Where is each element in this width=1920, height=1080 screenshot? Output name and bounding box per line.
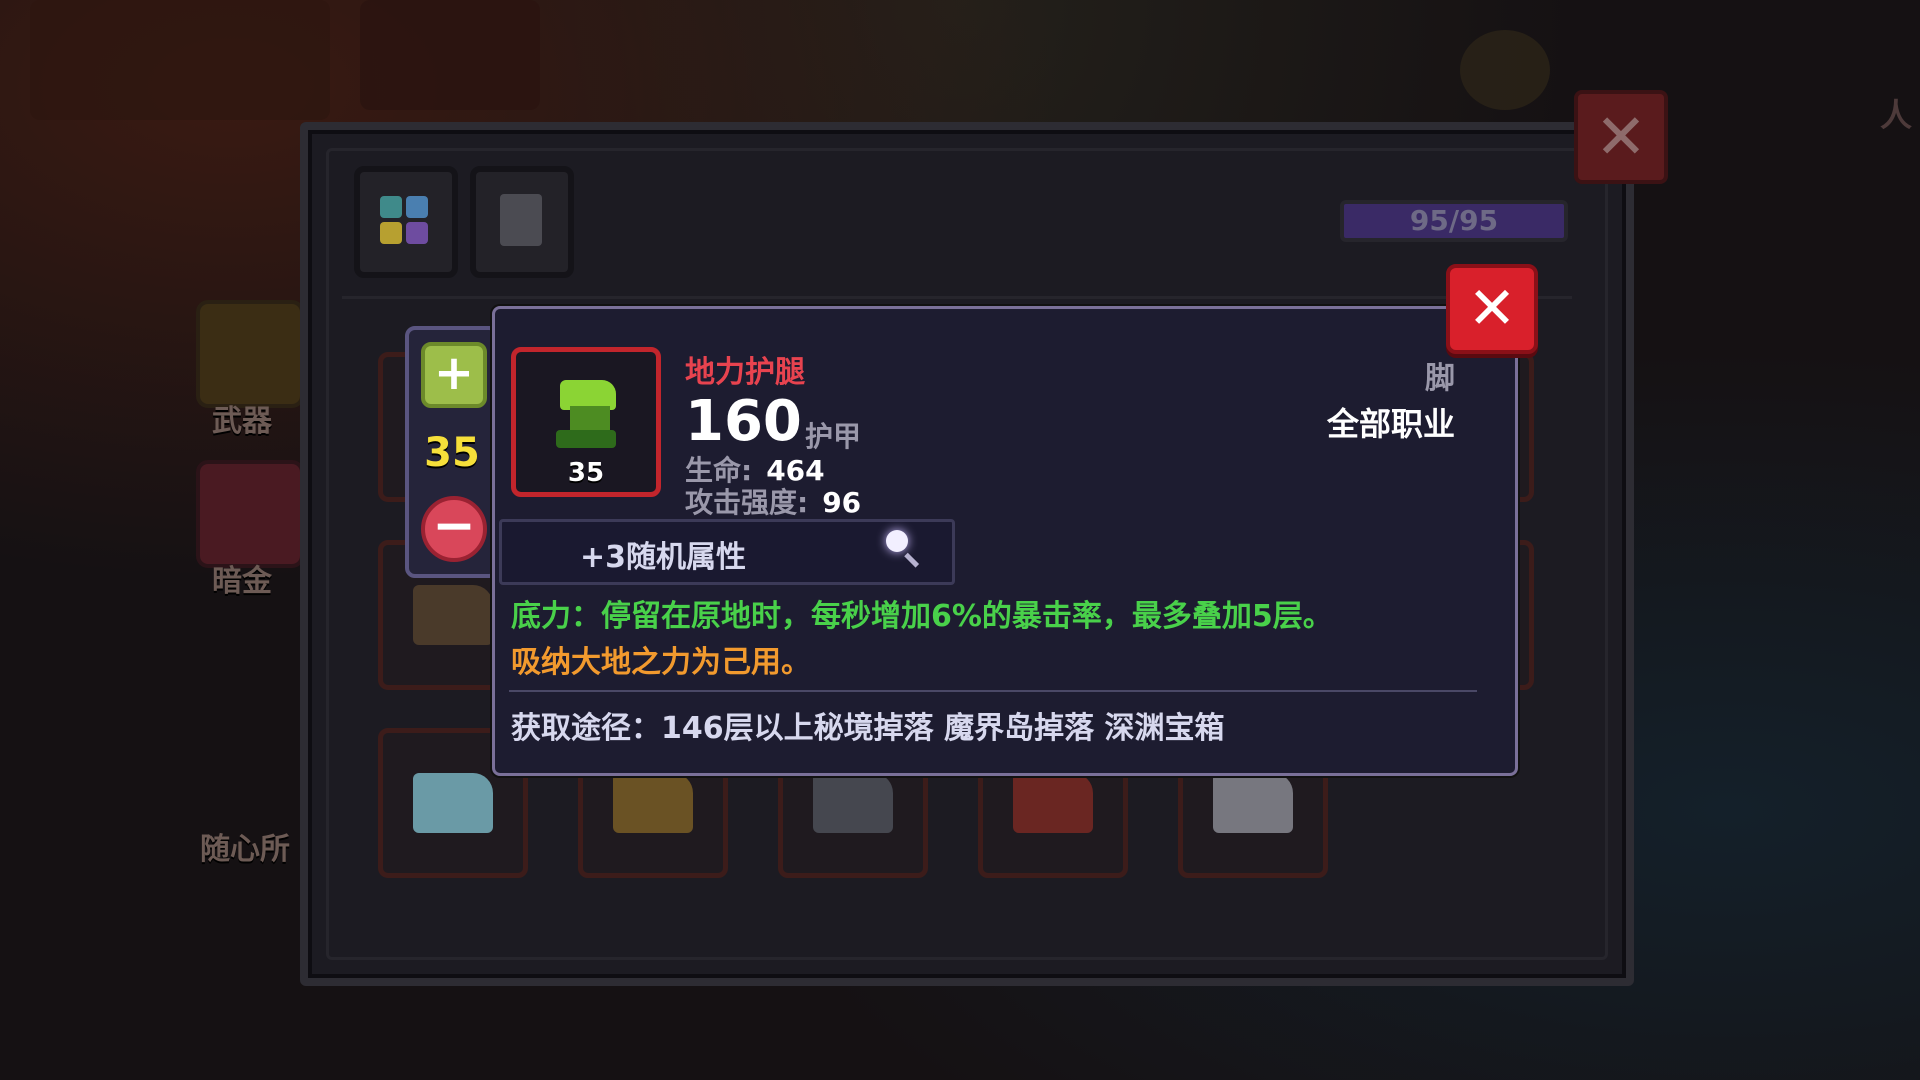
inventory-capacity-bar: 95/95: [1340, 200, 1568, 242]
background-text: 人: [1880, 96, 1913, 134]
tooltip-close-button[interactable]: ✕: [1446, 264, 1538, 354]
item-skill-text: 底力：停留在原地时，每秒增加6%的暴击率，最多叠加5层。: [511, 599, 1333, 634]
item-flavor-text: 吸纳大地之力为己用。: [511, 645, 811, 680]
leggings-icon: [556, 380, 616, 450]
boot-icon: [1213, 773, 1293, 833]
boot-icon: [413, 773, 493, 833]
side-tab-weapon[interactable]: [196, 300, 304, 408]
level-plus-button[interactable]: +: [421, 342, 487, 408]
stat-value: 96: [822, 486, 862, 519]
item-level: 35: [567, 458, 605, 488]
scroll-icon: [500, 194, 542, 246]
class-requirement: 全部职业: [1326, 405, 1455, 443]
stat-key: 攻击强度:: [685, 486, 809, 519]
level-selector: + 35 −: [405, 326, 499, 578]
side-tab-free-label: 随心所: [200, 832, 290, 867]
boot-icon: [1013, 773, 1093, 833]
tab-scroll[interactable]: [470, 166, 574, 278]
level-minus-button[interactable]: −: [421, 496, 487, 562]
background-building: [360, 0, 540, 110]
panel-close-button[interactable]: ✕: [1574, 90, 1668, 184]
item-icon-frame: 35: [511, 347, 661, 497]
boot-icon: [613, 773, 693, 833]
boot-icon: [413, 585, 493, 645]
item-source-text: 获取途径：146层以上秘境掉落 魔界岛掉落 深渊宝箱: [511, 711, 1225, 746]
random-attributes-label: +3随机属性: [580, 540, 747, 575]
grid-icon: [380, 196, 428, 244]
equip-slot-type: 脚: [1425, 361, 1455, 396]
panel-divider: [342, 296, 1572, 299]
magnifier-icon: [886, 530, 926, 572]
background-building: [30, 0, 330, 120]
tooltip-divider: [509, 690, 1477, 692]
armor-value: 160: [685, 389, 802, 454]
item-name: 地力护腿: [685, 355, 805, 390]
random-attributes-button[interactable]: +3随机属性: [499, 519, 955, 585]
side-tab-dark-gold[interactable]: [196, 460, 304, 568]
background-home-icon: [1460, 30, 1550, 110]
boot-icon: [813, 773, 893, 833]
level-value: 35: [424, 430, 480, 476]
side-tab-weapon-label: 武器: [212, 404, 272, 439]
item-tooltip: 35 地力护腿 160 护甲 生命: 464 攻击强度: 96 脚 全部职业 +3随…: [492, 306, 1518, 776]
tab-inventory-grid[interactable]: [354, 166, 458, 278]
side-tab-dark-gold-label: 暗金: [212, 564, 272, 599]
stat-row: 攻击强度: 96: [685, 481, 861, 521]
